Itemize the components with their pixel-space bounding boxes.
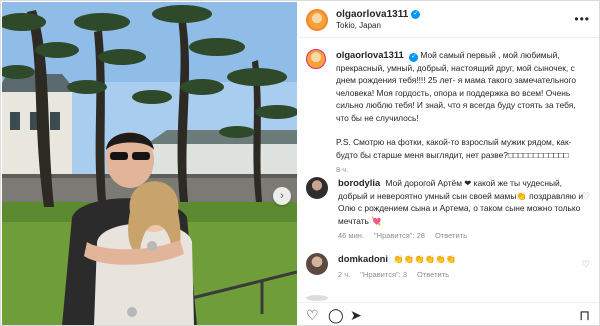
verified-icon: ✓: [409, 52, 419, 62]
post-photo[interactable]: ›: [2, 2, 297, 325]
comment-likes[interactable]: "Нравится": 3: [360, 270, 407, 279]
location-link[interactable]: Tokio, Japan: [336, 21, 420, 30]
avatar[interactable]: [306, 177, 328, 199]
caption-text: Мой самый первый , мой любимый, прекрасн…: [336, 50, 577, 123]
like-icon[interactable]: ♡: [306, 307, 319, 324]
comment-username[interactable]: borodylia: [338, 177, 380, 188]
share-icon[interactable]: ➤: [350, 307, 362, 324]
reply-button[interactable]: Ответить: [417, 270, 449, 279]
post-actions-bar: ♡ ◯ ➤ ⊓: [298, 302, 599, 325]
verified-icon: ✓: [411, 10, 421, 20]
header-username[interactable]: olgaorlova1311 ✓: [336, 9, 421, 21]
post-side-panel: olgaorlova1311 ✓ Tokio, Japan ••• olgaor…: [298, 2, 599, 325]
comment-icon[interactable]: ◯: [328, 307, 344, 324]
caption-row: olgaorlova1311 ✓ Мой самый первый , мой …: [306, 49, 592, 174]
caption-text-block: olgaorlova1311 ✓ Мой самый первый , мой …: [336, 49, 586, 124]
bookmark-icon[interactable]: ⊓: [579, 307, 590, 324]
photo-scene: [2, 2, 297, 325]
caption-avatar[interactable]: [306, 49, 326, 69]
header-username-text[interactable]: olgaorlova1311: [336, 9, 408, 21]
caption-username[interactable]: olgaorlova1311: [336, 49, 404, 60]
heart-icon[interactable]: ♡: [582, 259, 590, 270]
comment-meta: 2 ч. "Нравится": 3 Ответить: [338, 270, 588, 279]
comment-likes[interactable]: "Нравится": 28: [374, 231, 425, 240]
comments-list[interactable]: olgaorlova1311 ✓ Мой самый первый , мой …: [298, 39, 599, 289]
post-modal: › olgaorlova1311 ✓ Tokio, Japan ••• olga…: [0, 0, 600, 326]
chevron-right-icon: ›: [280, 190, 284, 202]
comment-time[interactable]: 2 ч.: [338, 270, 350, 279]
avatar: [306, 295, 328, 301]
comment-item: borodylia Мой дорогой Артём ❤ какой же т…: [306, 177, 592, 240]
comment-item: domkadoni 👏👏👏👏👏👏 2 ч. "Нравится": 3 Отве…: [306, 253, 592, 279]
comment-text-block: domkadoni 👏👏👏👏👏👏: [338, 253, 588, 266]
comment-meta: 46 мин. "Нравится": 28 Ответить: [338, 231, 588, 240]
reply-button[interactable]: Ответить: [435, 231, 467, 240]
caption-ps: P.S. Смотрю на фотки, какой-то взрослый …: [336, 137, 572, 160]
post-header: olgaorlova1311 ✓ Tokio, Japan •••: [298, 2, 599, 38]
next-photo-button[interactable]: ›: [273, 187, 291, 205]
caption-time[interactable]: 8 ч.: [336, 165, 348, 174]
avatar[interactable]: [306, 253, 328, 275]
caption-meta: 8 ч.: [336, 165, 586, 174]
comment-text: 👏👏👏👏👏👏: [393, 254, 456, 264]
more-options-icon[interactable]: •••: [574, 12, 590, 26]
comment-time[interactable]: 46 мин.: [338, 231, 364, 240]
heart-icon[interactable]: ♡: [582, 191, 590, 202]
avatar[interactable]: [306, 8, 328, 31]
comment-text-block: borodylia Мой дорогой Артём ❤ какой же т…: [338, 177, 588, 227]
comment-username[interactable]: domkadoni: [338, 253, 388, 264]
